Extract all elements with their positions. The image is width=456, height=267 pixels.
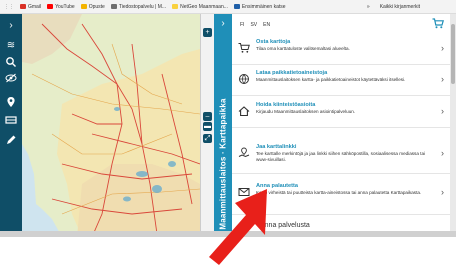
lang-en[interactable]: EN [263, 22, 270, 28]
cart-icon [238, 43, 250, 53]
expand-chevron-icon[interactable]: › [4, 20, 18, 32]
zoom-in-button[interactable]: + [203, 28, 212, 37]
bookmark-ensimmainen[interactable]: Ensimmäinen katse [233, 4, 286, 10]
apps-icon[interactable]: ⋮⋮ [4, 4, 14, 10]
service-item-description: Maanmittauslaitoksen kartta- ja paikkati… [256, 77, 406, 82]
zoom-out-button[interactable]: – [203, 112, 212, 121]
bookmark-opuste[interactable]: Opuste [80, 4, 105, 10]
opuste-icon [80, 4, 87, 9]
fullscreen-button[interactable]: ⤢ [203, 134, 212, 143]
language-selector: FI SV EN [240, 22, 270, 28]
chevron-right-icon: › [441, 148, 444, 158]
document-icon [110, 4, 117, 9]
chevron-right-icon: › [441, 187, 444, 197]
search-icon[interactable] [4, 56, 18, 68]
collapse-chevron-icon[interactable]: › [214, 18, 232, 29]
panel-scrollbar[interactable] [450, 14, 456, 237]
bookmark-icon [233, 4, 240, 9]
service-item-property-matters[interactable]: Hoida kiinteistöasioita Kirjaudu Maanmit… [232, 97, 450, 128]
globe-download-icon [239, 74, 249, 84]
folder-icon [172, 4, 179, 9]
draw-icon[interactable] [4, 134, 18, 146]
youtube-icon [47, 4, 54, 9]
service-item-title: Hoida kiinteistöasioita [256, 102, 316, 108]
shopping-cart-icon[interactable] [432, 18, 444, 32]
scrollbar-thumb[interactable] [451, 24, 455, 84]
service-item-title: Jaa karttalinkki [256, 144, 297, 150]
all-bookmarks-link[interactable]: Kaikki kirjanmerkit [380, 4, 420, 10]
measure-icon[interactable] [4, 114, 18, 126]
location-pin-icon[interactable] [4, 96, 18, 108]
chevron-right-icon: › [441, 43, 444, 53]
service-item-buy-maps[interactable]: Osta karttoja Tilaa oma karttatuloste va… [232, 34, 450, 65]
chevron-right-icon: › [441, 74, 444, 84]
zoom-slider[interactable]: ▬ [203, 122, 212, 131]
bookmark-netgeo[interactable]: NetGeo Maanmaan... [172, 4, 228, 10]
lang-fi[interactable]: FI [240, 22, 244, 28]
gmail-icon [20, 4, 26, 9]
chevron-right-icon: › [441, 106, 444, 116]
service-item-description: Kirjaudu Maanmittauslaitoksen asiointipa… [256, 109, 356, 114]
map-view[interactable] [22, 14, 200, 237]
service-item-share-map-link[interactable]: Jaa karttalinkki Tee karttalle merkintöj… [232, 139, 450, 174]
service-item-description: Kerro virheistä tai puutteista kartta-ai… [256, 190, 422, 195]
house-icon [238, 106, 250, 117]
more-bookmarks-button[interactable]: » [367, 4, 370, 10]
service-item-description: Tee karttalle merkintöjä ja jaa linkki s… [256, 151, 426, 162]
bookmarks-bar: ⋮⋮ Gmail YouTube Opuste Tiedostopalvelu … [0, 0, 456, 14]
bookmark-gmail[interactable]: Gmail [20, 4, 41, 10]
service-item-title: Osta karttoja [256, 39, 291, 45]
finland-map[interactable] [22, 14, 200, 237]
service-item-description: Tilaa oma karttatuloste valitsemaltasi a… [256, 46, 350, 51]
bookmark-tiedostopalvelu[interactable]: Tiedostopalvelu | M... [110, 4, 166, 10]
map-toolbar: › ≋ [0, 14, 22, 237]
map-share-icon [238, 147, 250, 158]
red-arrow-annotation [209, 189, 267, 265]
bookmark-youtube[interactable]: YouTube [47, 4, 75, 10]
service-item-title: Lataa paikkatietoaineistoja [256, 70, 328, 76]
visibility-icon[interactable] [4, 72, 18, 84]
layers-icon[interactable]: ≋ [4, 40, 18, 52]
service-item-download-data[interactable]: Lataa paikkatietoaineistoja Maanmittausl… [232, 65, 450, 96]
lang-sv[interactable]: SV [250, 22, 257, 28]
